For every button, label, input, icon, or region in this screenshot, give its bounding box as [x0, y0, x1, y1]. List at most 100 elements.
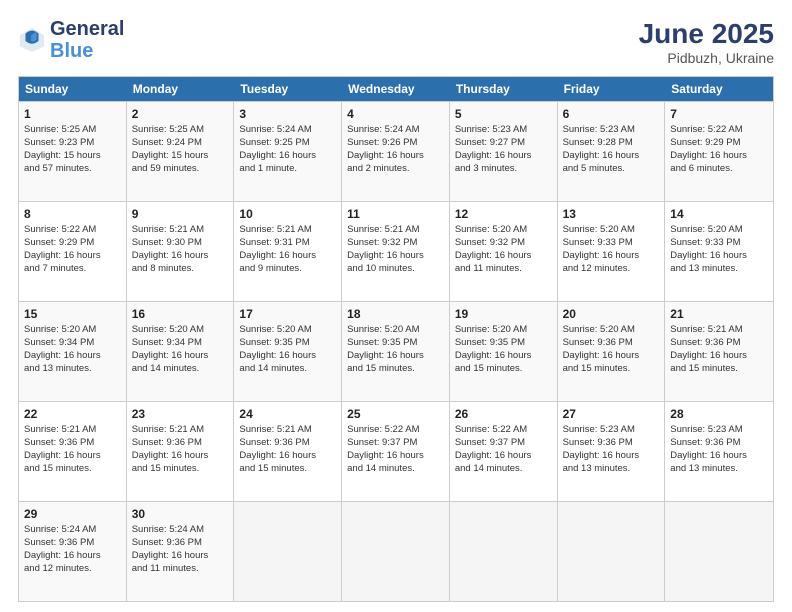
calendar-cell: 20Sunrise: 5:20 AM Sunset: 9:36 PM Dayli…: [558, 302, 666, 401]
calendar-cell: 24 Sunrise: 5:21 AM Sunset: 9:36 PM Dayli…: [234, 402, 342, 501]
logo: General Blue: [18, 18, 124, 62]
day-number: 21: [670, 306, 768, 322]
day-info: Sunrise: 5:21 AM Sunset: 9:36 PM Dayligh…: [670, 324, 768, 375]
day-info: Sunrise: 5:23 AM Sunset: 9:36 PM Dayligh…: [563, 424, 660, 475]
day-info: Sunrise: 5:24 AM Sunset: 9:26 PM Dayligh…: [347, 124, 444, 175]
day-info: Sunrise: 5:20 AM Sunset: 9:35 PM Dayligh…: [347, 324, 444, 375]
header: General Blue June 2025 Pidbuzh, Ukraine: [18, 18, 774, 66]
calendar-cell: [665, 502, 773, 601]
calendar-cell: 6Sunrise: 5:23 AM Sunset: 9:28 PM Daylig…: [558, 102, 666, 201]
calendar-cell: 7 Sunrise: 5:22 AM Sunset: 9:29 PM Daylig…: [665, 102, 773, 201]
day-number: 27: [563, 406, 660, 422]
calendar-cell: 12 Sunrise: 5:20 AM Sunset: 9:32 PM Dayli…: [450, 202, 558, 301]
day-number: 22: [24, 406, 121, 422]
calendar-cell: 27 Sunrise: 5:23 AM Sunset: 9:36 PM Dayli…: [558, 402, 666, 501]
day-info: Sunrise: 5:21 AM Sunset: 9:36 PM Dayligh…: [132, 424, 229, 475]
day-info: Sunrise: 5:25 AM Sunset: 9:23 PM Dayligh…: [24, 124, 121, 175]
day-number: 8: [24, 206, 121, 222]
calendar-cell: 19Sunrise: 5:20 AM Sunset: 9:35 PM Dayli…: [450, 302, 558, 401]
dow-monday: Monday: [127, 77, 235, 101]
title-block: June 2025 Pidbuzh, Ukraine: [639, 18, 774, 66]
day-number: 30: [132, 506, 229, 522]
calendar-cell: 17Sunrise: 5:20 AM Sunset: 9:35 PM Dayli…: [234, 302, 342, 401]
day-number: 10: [239, 206, 336, 222]
day-number: 3: [239, 106, 336, 122]
day-info: Sunrise: 5:22 AM Sunset: 9:37 PM Dayligh…: [455, 424, 552, 475]
calendar-row: 22 Sunrise: 5:21 AM Sunset: 9:36 PM Dayli…: [19, 401, 773, 501]
day-number: 18: [347, 306, 444, 322]
day-info: Sunrise: 5:20 AM Sunset: 9:32 PM Dayligh…: [455, 224, 552, 275]
calendar-cell: 3 Sunrise: 5:24 AM Sunset: 9:25 PM Daylig…: [234, 102, 342, 201]
day-info: Sunrise: 5:22 AM Sunset: 9:29 PM Dayligh…: [670, 124, 768, 175]
dow-sunday: Sunday: [19, 77, 127, 101]
calendar-cell: 28 Sunrise: 5:23 AM Sunset: 9:36 PM Dayli…: [665, 402, 773, 501]
calendar-cell: 29 Sunrise: 5:24 AM Sunset: 9:36 PM Dayli…: [19, 502, 127, 601]
day-info: Sunrise: 5:23 AM Sunset: 9:27 PM Dayligh…: [455, 124, 552, 175]
calendar-cell: 9 Sunrise: 5:21 AM Sunset: 9:30 PM Daylig…: [127, 202, 235, 301]
day-number: 7: [670, 106, 768, 122]
calendar-cell: [558, 502, 666, 601]
day-info: Sunrise: 5:21 AM Sunset: 9:31 PM Dayligh…: [239, 224, 336, 275]
day-number: 26: [455, 406, 552, 422]
calendar-cell: [234, 502, 342, 601]
calendar-cell: 22 Sunrise: 5:21 AM Sunset: 9:36 PM Dayli…: [19, 402, 127, 501]
day-info: Sunrise: 5:22 AM Sunset: 9:37 PM Dayligh…: [347, 424, 444, 475]
calendar-cell: 23 Sunrise: 5:21 AM Sunset: 9:36 PM Dayli…: [127, 402, 235, 501]
day-number: 12: [455, 206, 552, 222]
day-info: Sunrise: 5:21 AM Sunset: 9:36 PM Dayligh…: [239, 424, 336, 475]
day-info: Sunrise: 5:20 AM Sunset: 9:33 PM Dayligh…: [563, 224, 660, 275]
calendar-cell: 2Sunrise: 5:25 AM Sunset: 9:24 PM Daylig…: [127, 102, 235, 201]
day-info: Sunrise: 5:22 AM Sunset: 9:29 PM Dayligh…: [24, 224, 121, 275]
day-info: Sunrise: 5:20 AM Sunset: 9:34 PM Dayligh…: [24, 324, 121, 375]
day-number: 17: [239, 306, 336, 322]
calendar-cell: [342, 502, 450, 601]
calendar-row: 8 Sunrise: 5:22 AM Sunset: 9:29 PM Daylig…: [19, 201, 773, 301]
day-info: Sunrise: 5:24 AM Sunset: 9:36 PM Dayligh…: [132, 524, 229, 575]
day-number: 16: [132, 306, 229, 322]
day-info: Sunrise: 5:20 AM Sunset: 9:34 PM Dayligh…: [132, 324, 229, 375]
calendar-cell: 21 Sunrise: 5:21 AM Sunset: 9:36 PM Dayli…: [665, 302, 773, 401]
day-number: 9: [132, 206, 229, 222]
day-number: 2: [132, 106, 229, 122]
day-info: Sunrise: 5:21 AM Sunset: 9:36 PM Dayligh…: [24, 424, 121, 475]
day-info: Sunrise: 5:21 AM Sunset: 9:32 PM Dayligh…: [347, 224, 444, 275]
day-number: 29: [24, 506, 121, 522]
day-info: Sunrise: 5:24 AM Sunset: 9:25 PM Dayligh…: [239, 124, 336, 175]
calendar-cell: 13Sunrise: 5:20 AM Sunset: 9:33 PM Dayli…: [558, 202, 666, 301]
calendar-cell: 15 Sunrise: 5:20 AM Sunset: 9:34 PM Dayli…: [19, 302, 127, 401]
dow-friday: Friday: [558, 77, 666, 101]
calendar-cell: 4 Sunrise: 5:24 AM Sunset: 9:26 PM Daylig…: [342, 102, 450, 201]
calendar-cell: 14Sunrise: 5:20 AM Sunset: 9:33 PM Dayli…: [665, 202, 773, 301]
day-number: 23: [132, 406, 229, 422]
calendar-header: Sunday Monday Tuesday Wednesday Thursday…: [19, 77, 773, 101]
logo-icon: [18, 26, 46, 54]
dow-thursday: Thursday: [450, 77, 558, 101]
day-info: Sunrise: 5:20 AM Sunset: 9:36 PM Dayligh…: [563, 324, 660, 375]
day-number: 25: [347, 406, 444, 422]
day-info: Sunrise: 5:23 AM Sunset: 9:36 PM Dayligh…: [670, 424, 768, 475]
calendar-cell: 26 Sunrise: 5:22 AM Sunset: 9:37 PM Dayli…: [450, 402, 558, 501]
dow-tuesday: Tuesday: [234, 77, 342, 101]
calendar-cell: 30 Sunrise: 5:24 AM Sunset: 9:36 PM Dayli…: [127, 502, 235, 601]
day-number: 6: [563, 106, 660, 122]
day-number: 28: [670, 406, 768, 422]
calendar-cell: 25 Sunrise: 5:22 AM Sunset: 9:37 PM Dayli…: [342, 402, 450, 501]
day-number: 24: [239, 406, 336, 422]
page: General Blue June 2025 Pidbuzh, Ukraine …: [0, 0, 792, 612]
day-info: Sunrise: 5:21 AM Sunset: 9:30 PM Dayligh…: [132, 224, 229, 275]
dow-wednesday: Wednesday: [342, 77, 450, 101]
calendar-title: June 2025: [639, 18, 774, 50]
day-info: Sunrise: 5:20 AM Sunset: 9:35 PM Dayligh…: [455, 324, 552, 375]
calendar-cell: 10 Sunrise: 5:21 AM Sunset: 9:31 PM Dayli…: [234, 202, 342, 301]
day-number: 4: [347, 106, 444, 122]
calendar-row: 1Sunrise: 5:25 AM Sunset: 9:23 PM Daylig…: [19, 101, 773, 201]
day-info: Sunrise: 5:20 AM Sunset: 9:33 PM Dayligh…: [670, 224, 768, 275]
day-number: 11: [347, 206, 444, 222]
day-info: Sunrise: 5:24 AM Sunset: 9:36 PM Dayligh…: [24, 524, 121, 575]
calendar: Sunday Monday Tuesday Wednesday Thursday…: [18, 76, 774, 602]
day-number: 15: [24, 306, 121, 322]
day-number: 5: [455, 106, 552, 122]
calendar-row: 29 Sunrise: 5:24 AM Sunset: 9:36 PM Dayli…: [19, 501, 773, 601]
calendar-subtitle: Pidbuzh, Ukraine: [639, 50, 774, 66]
calendar-cell: 16 Sunrise: 5:20 AM Sunset: 9:34 PM Dayli…: [127, 302, 235, 401]
